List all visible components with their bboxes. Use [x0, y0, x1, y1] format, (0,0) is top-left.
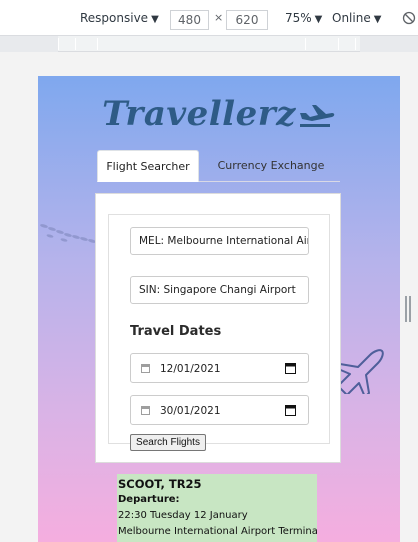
chevron-down-icon: ▼ [314, 14, 323, 25]
logo-text: Travellerz [102, 94, 296, 134]
height-field[interactable]: 620 [226, 10, 268, 30]
flight-result-card[interactable]: SCOOT, TR25 Departure: 22:30 Tuesday 12 … [117, 474, 317, 542]
zoom-dropdown[interactable]: 75% ▼ [285, 9, 322, 29]
departure-label: Departure: [118, 494, 180, 505]
destination-input[interactable]: SIN: Singapore Changi Airport [130, 276, 309, 304]
chevron-down-icon: ▼ [151, 14, 159, 25]
return-date-value: 30/01/2021 [160, 405, 221, 417]
tab-bar: Flight Searcher Currency Exchange [97, 150, 340, 182]
network-dropdown[interactable]: Online ▼ [332, 9, 381, 29]
return-date-input[interactable]: 30/01/2021 [130, 395, 309, 425]
calendar-icon [141, 364, 150, 373]
width-field[interactable]: 480 [170, 10, 209, 30]
logo: Travellerz [38, 94, 400, 134]
tab-flight-searcher[interactable]: Flight Searcher [97, 150, 199, 182]
devtools-toolbar: Responsive ▼ 480 × 620 75% ▼ Online ▼ [0, 0, 418, 36]
flight-airline: SCOOT, TR25 [118, 477, 202, 491]
device-mode-dropdown[interactable]: Responsive ▼ [80, 9, 159, 29]
media-query-ruler [0, 36, 418, 52]
flight-search-form: MEL: Melbourne International Airport SIN… [108, 214, 330, 451]
app-page: Travellerz Flight Searcher Currency Exch… [38, 76, 400, 542]
flight-search-card: MEL: Melbourne International Airport SIN… [95, 193, 341, 463]
rotate-icon[interactable] [402, 11, 416, 25]
airplane-icon [299, 105, 335, 127]
zoom-label: 75% [285, 11, 312, 25]
departure-airport: Melbourne International Airport Terminal… [118, 526, 317, 537]
dimension-separator: × [214, 11, 224, 24]
chevron-down-icon: ▼ [373, 14, 382, 25]
depart-date-value: 12/01/2021 [160, 363, 221, 375]
network-label: Online [332, 11, 371, 25]
calendar-picker-icon[interactable] [285, 362, 296, 374]
depart-date-input[interactable]: 12/01/2021 [130, 353, 309, 383]
departure-time: 22:30 Tuesday 12 January [118, 510, 248, 521]
calendar-icon [141, 406, 150, 415]
origin-input[interactable]: MEL: Melbourne International Airport [130, 227, 309, 255]
device-mode-label: Responsive [80, 11, 149, 25]
search-flights-button[interactable]: Search Flights [130, 434, 206, 451]
calendar-picker-icon[interactable] [285, 404, 296, 416]
birds-decoration-icon [40, 224, 96, 243]
travel-dates-heading: Travel Dates [130, 324, 222, 339]
tab-currency-exchange[interactable]: Currency Exchange [205, 150, 337, 182]
resize-handle[interactable] [405, 296, 411, 322]
